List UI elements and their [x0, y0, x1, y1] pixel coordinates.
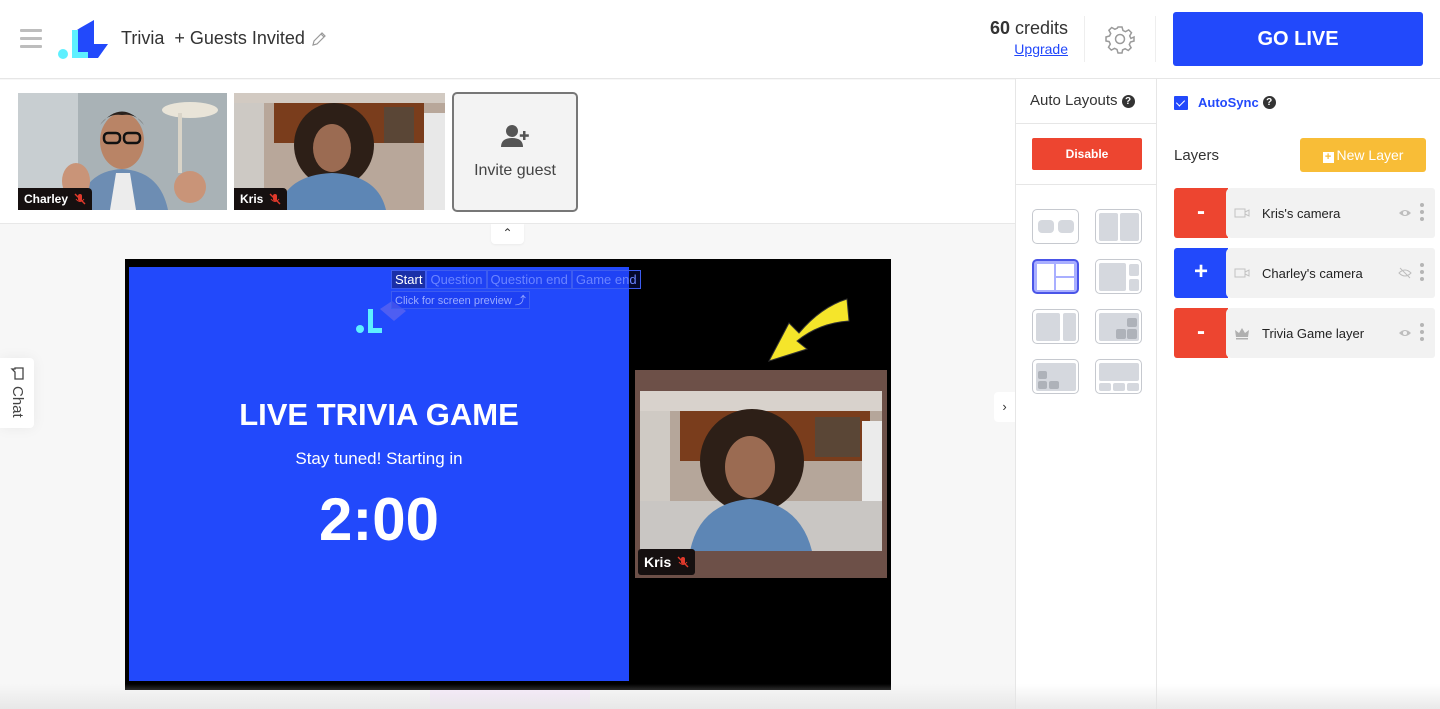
auto-layouts-header: Auto Layouts? — [1016, 79, 1156, 124]
help-icon[interactable]: ? — [1262, 96, 1276, 109]
eye-icon[interactable] — [1398, 327, 1412, 339]
more-options-icon[interactable] — [1419, 263, 1425, 283]
gear-icon[interactable] — [1105, 24, 1135, 54]
bottom-glow — [430, 690, 590, 709]
stream-title: Trivia + Guests Invited — [121, 28, 305, 48]
video-camera-icon — [1234, 208, 1250, 218]
layer-name: Kris's camera — [1262, 206, 1341, 221]
chat-tab[interactable]: Chat — [0, 358, 34, 428]
more-options-icon[interactable] — [1419, 203, 1425, 223]
divider — [1016, 184, 1156, 185]
top-bar: Trivia + Guests Invited 60 credits Upgra… — [0, 0, 1440, 79]
layout-one-plus-two-grid[interactable] — [1032, 259, 1079, 294]
autosync-toggle[interactable]: AutoSync ? — [1174, 95, 1276, 110]
featured-camera-kris[interactable]: Kris — [635, 370, 887, 578]
scene-tab-game-end[interactable]: Game end — [571, 270, 641, 289]
mic-muted-icon[interactable] — [269, 193, 281, 205]
expand-panel-button[interactable]: › — [994, 392, 1015, 422]
trivia-game-screen[interactable]: Start Question Question end Game end Cli… — [129, 267, 641, 681]
layer-name: Trivia Game layer — [1262, 326, 1365, 341]
layer-item[interactable]: Trivia Game layer — [1226, 308, 1435, 358]
scene-tab-start[interactable]: Start — [391, 270, 427, 289]
countdown-timer: 2:00 — [318, 486, 440, 553]
divider — [1084, 16, 1085, 62]
invite-guest-button[interactable]: Invite guest — [452, 92, 578, 212]
crown-icon — [1235, 328, 1249, 340]
layout-main-plus-three-bottom[interactable] — [1095, 359, 1142, 394]
hamburger-menu-icon[interactable] — [20, 29, 42, 49]
guest-tile-kris[interactable]: Kris — [234, 93, 445, 210]
scene-tabs: Start Question Question end Game end — [391, 270, 641, 289]
layout-main-plus-three-corner[interactable] — [1095, 309, 1142, 344]
mic-muted-icon[interactable] — [74, 193, 86, 205]
divider — [1155, 16, 1156, 62]
game-title: LIVE TRIVIA GAME — [239, 397, 519, 432]
pencil-icon[interactable] — [311, 31, 327, 47]
more-options-icon[interactable] — [1419, 323, 1425, 343]
chat-label: Chat — [9, 386, 26, 418]
layer-item[interactable]: Kris's camera — [1226, 188, 1435, 238]
new-layer-label: New Layer — [1336, 147, 1404, 163]
plus-icon: + — [1322, 152, 1334, 163]
featured-name-tag: Kris — [638, 549, 696, 575]
layout-large-left-small-right[interactable] — [1032, 309, 1079, 344]
layer-row: - Trivia Game layer — [1174, 308, 1435, 358]
collapse-guests-button[interactable]: ⌃ — [491, 224, 524, 244]
credits-count: 60 — [989, 18, 1010, 38]
mic-muted-icon[interactable] — [677, 556, 689, 568]
upgrade-link[interactable]: Upgrade — [960, 41, 1068, 57]
go-live-button[interactable]: GO LIVE — [1173, 12, 1423, 66]
layout-main-plus-three-left-corner[interactable] — [1032, 359, 1079, 394]
chevron-up-icon: ⌃ — [502, 226, 513, 240]
remove-layer-button[interactable]: - — [1174, 188, 1228, 238]
new-layer-button[interactable]: + New Layer — [1300, 138, 1426, 172]
game-subtitle: Stay tuned! Starting in — [295, 449, 463, 468]
auto-layouts-panel: Auto Layouts? Disable — [1015, 79, 1156, 709]
eye-off-icon[interactable] — [1398, 267, 1412, 279]
screen-preview-link[interactable]: Click for screen preview ⤴ — [391, 291, 530, 309]
disable-auto-layouts-button[interactable]: Disable — [1032, 138, 1142, 170]
guest-tile-charley[interactable]: Charley — [18, 93, 227, 210]
brand-logo[interactable] — [58, 18, 110, 60]
guest-name: Charley — [24, 192, 69, 206]
scene-tab-question-end[interactable]: Question end — [486, 270, 572, 289]
guest-strip: Charley Kris Invite guest — [0, 80, 1015, 224]
stage-canvas[interactable]: Start Question Question end Game end Cli… — [125, 259, 891, 690]
layout-main-plus-two-side[interactable] — [1095, 259, 1142, 294]
layers-title: Layers — [1174, 147, 1220, 164]
featured-video-kris — [640, 391, 882, 551]
chevron-right-icon: › — [1002, 399, 1007, 414]
guest-name: Kris — [240, 192, 264, 206]
help-icon[interactable]: ? — [1121, 95, 1135, 108]
add-user-icon — [501, 125, 529, 147]
scene-tab-question[interactable]: Question — [426, 270, 487, 289]
layer-item[interactable]: Charley's camera — [1226, 248, 1435, 298]
guest-name-tag: Kris — [234, 188, 288, 210]
layer-row: - Kris's camera — [1174, 188, 1435, 238]
layer-row: + Charley's camera — [1174, 248, 1435, 298]
eye-icon[interactable] — [1398, 207, 1412, 219]
credits-display: 60 credits Upgrade — [960, 18, 1068, 57]
layout-split-halves[interactable] — [1095, 209, 1142, 244]
layers-panel: AutoSync ? Layers + New Layer - Kris's ca… — [1156, 79, 1440, 709]
layer-name: Charley's camera — [1262, 266, 1363, 281]
remove-layer-button[interactable]: - — [1174, 308, 1228, 358]
featured-guest-name: Kris — [644, 554, 672, 570]
add-layer-button[interactable]: + — [1174, 248, 1228, 298]
chat-bubble-icon — [10, 367, 24, 380]
autosync-label: AutoSync — [1198, 95, 1259, 110]
auto-layouts-title: Auto Layouts — [1030, 92, 1118, 109]
video-camera-icon — [1234, 268, 1250, 278]
layout-two-side-by-side[interactable] — [1032, 209, 1079, 244]
credits-label: credits — [1014, 18, 1068, 38]
guest-name-tag: Charley — [18, 188, 93, 210]
invite-guest-label: Invite guest — [474, 162, 556, 179]
autosync-checkbox[interactable] — [1174, 95, 1188, 110]
arrow-sticker-icon[interactable] — [761, 293, 851, 365]
